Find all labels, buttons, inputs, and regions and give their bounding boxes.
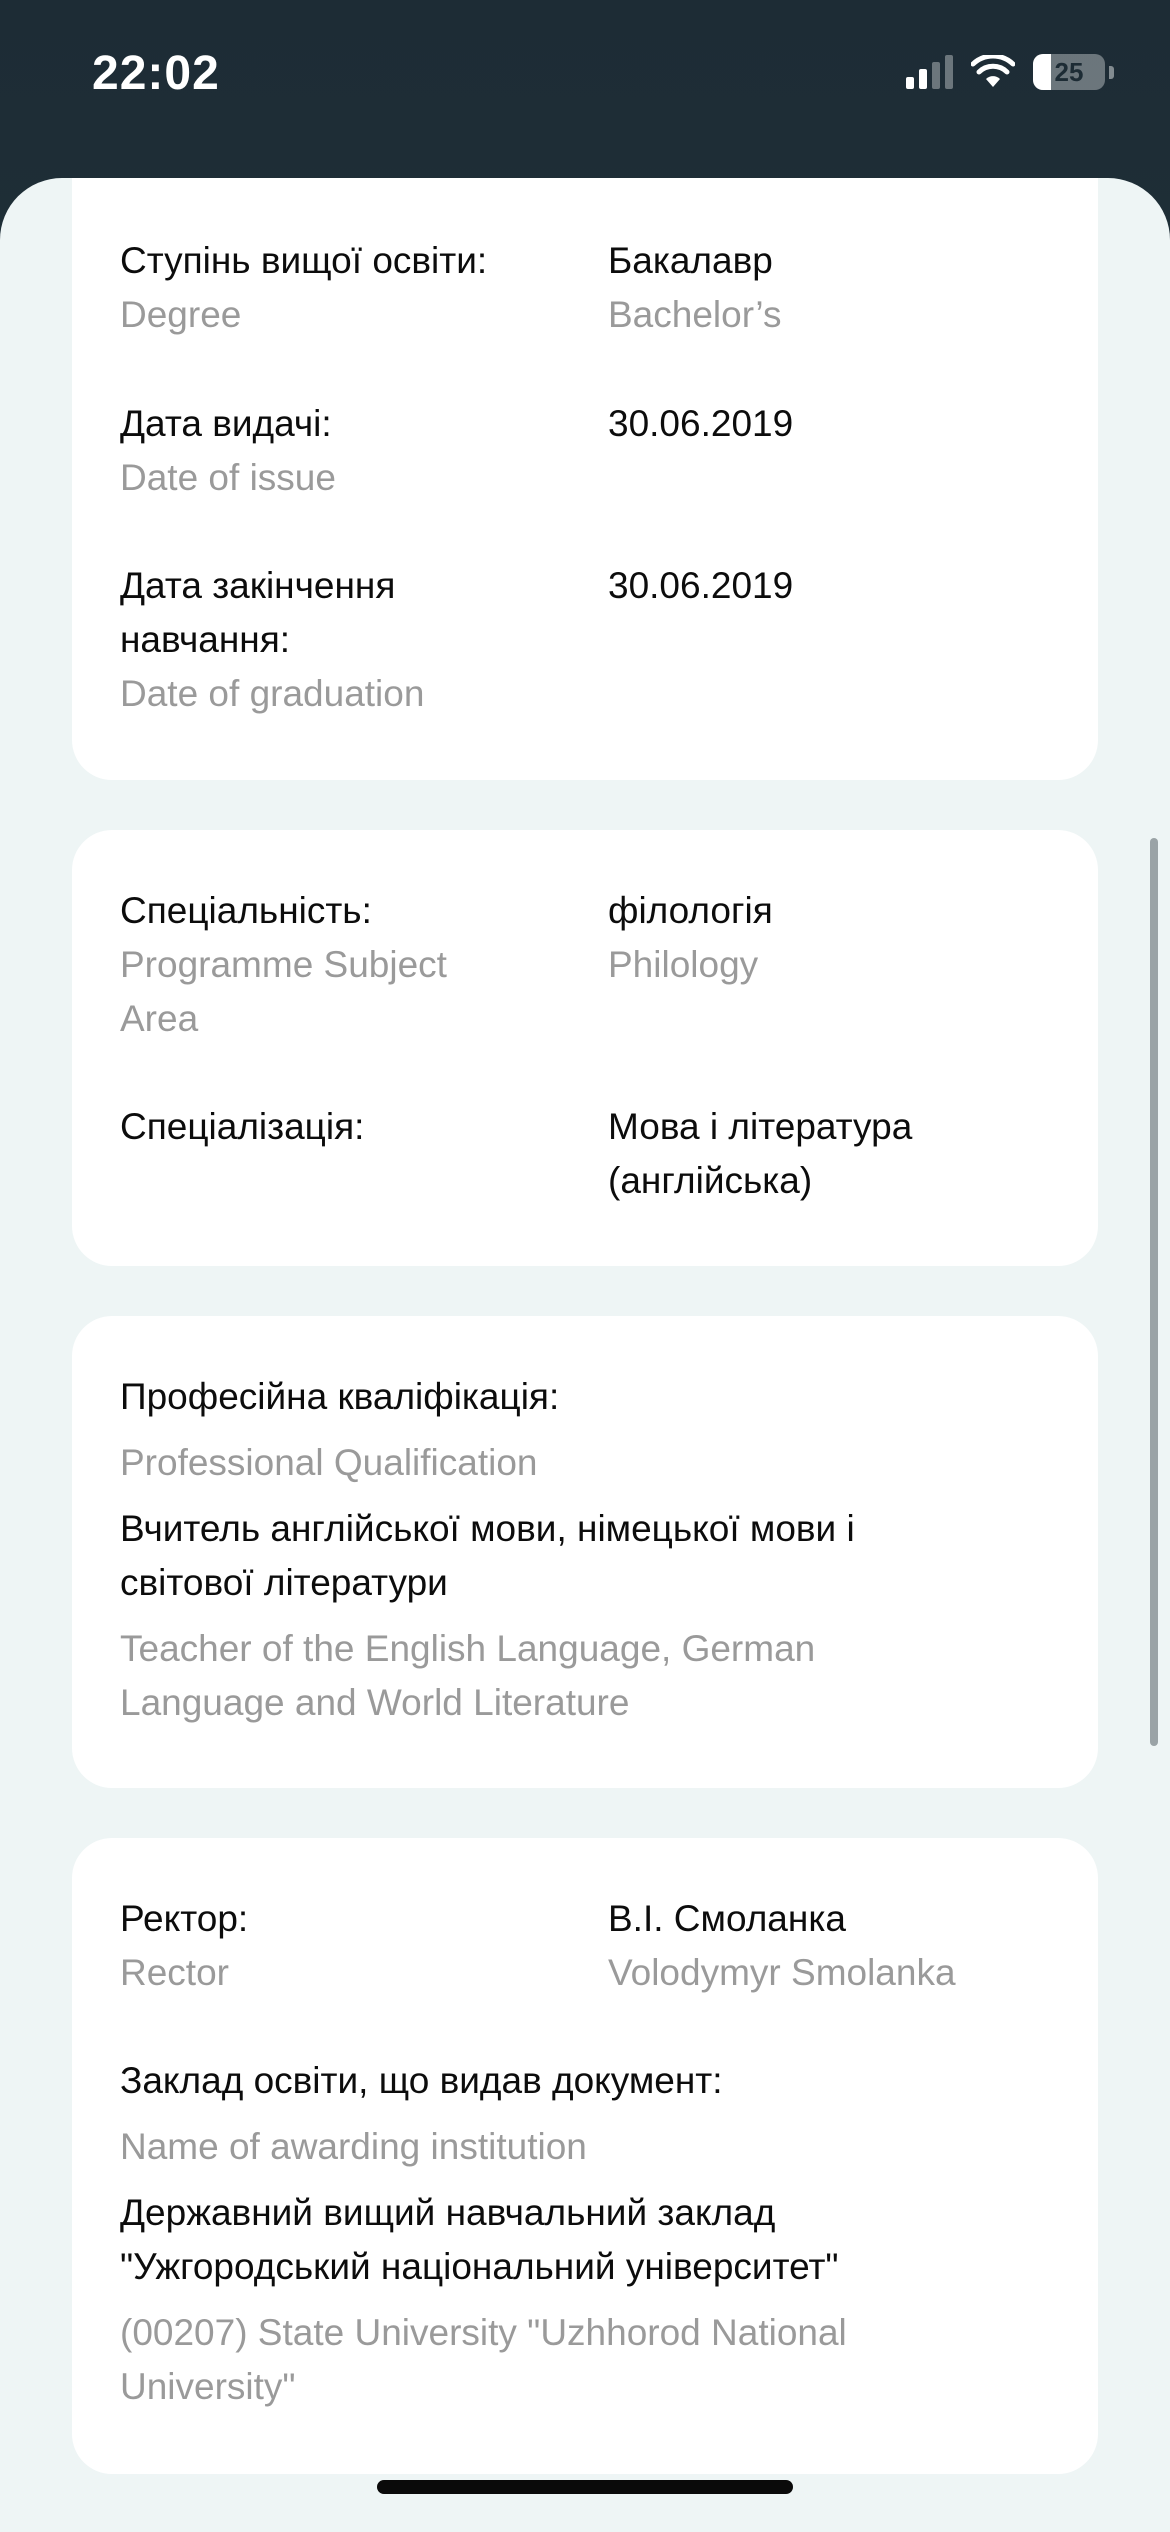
- degree-value: Бакалавр: [608, 240, 773, 281]
- rector-label-en: Rector: [120, 1952, 229, 1993]
- degree-label-en: Degree: [120, 294, 242, 335]
- qualification-label: Професійна кваліфікація:: [120, 1376, 560, 1417]
- battery-fill: [1033, 54, 1051, 90]
- specialty-label-en-line1: Programme Subject: [120, 944, 447, 985]
- status-icons: 25: [906, 54, 1114, 90]
- graduation-date-label-line1: Дата закінчення: [120, 565, 396, 606]
- battery-icon: 25: [1033, 54, 1105, 90]
- specialty-label: Спеціальність:: [120, 890, 372, 931]
- institution-label: Заклад освіти, що видав документ:: [120, 2060, 723, 2101]
- status-bar: 22:02 25: [0, 0, 1170, 180]
- card-degree-info: Ступінь вищої освіти: Degree Бакалавр Ba…: [72, 178, 1098, 780]
- issue-date-label: Дата видачі:: [120, 403, 332, 444]
- battery-cap: [1109, 65, 1114, 79]
- card-qualification-info: Професійна кваліфікація: Professional Qu…: [72, 1316, 1098, 1788]
- status-time: 22:02: [92, 47, 220, 100]
- qualification-label-en: Professional Qualification: [120, 1442, 538, 1483]
- rector-value: В.І. Смоланка: [608, 1898, 846, 1939]
- specialty-value-en: Philology: [608, 944, 759, 985]
- battery-level: 25: [1054, 56, 1084, 87]
- specialty-label-en-line2: Area: [120, 998, 199, 1039]
- row-qualification: Професійна кваліфікація: Professional Qu…: [120, 1370, 1050, 1730]
- cellular-signal-icon: [906, 55, 953, 89]
- home-indicator[interactable]: [377, 2480, 793, 2494]
- graduation-date-label-line2: навчання:: [120, 619, 291, 660]
- specialization-value-line1: Мова і література: [608, 1106, 913, 1147]
- document-sheet[interactable]: Ступінь вищої освіти: Degree Бакалавр Ba…: [0, 178, 1170, 2532]
- row-institution: Заклад освіти, що видав документ: Name o…: [120, 2054, 1050, 2414]
- graduation-date-label-en: Date of graduation: [120, 673, 425, 714]
- scroll-indicator[interactable]: [1150, 838, 1158, 1746]
- institution-value-en-line1: (00207) State University "Uzhhorod Natio…: [120, 2312, 847, 2353]
- card-institution-info: Ректор: Rector В.І. Смоланка Volodymyr S…: [72, 1838, 1098, 2474]
- qualification-value-en-line2: Language and World Literature: [120, 1682, 630, 1723]
- qualification-value-en-line1: Teacher of the English Language, German: [120, 1628, 816, 1669]
- qualification-value-line1: Вчитель англійської мови, німецької мови…: [120, 1508, 855, 1549]
- institution-value-line2: "Ужгородський національний університет": [120, 2246, 839, 2287]
- qualification-value-line2: світової літератури: [120, 1562, 448, 1603]
- institution-label-en: Name of awarding institution: [120, 2126, 587, 2167]
- degree-label: Ступінь вищої освіти:: [120, 240, 488, 281]
- card-specialty-info: Спеціальність: Programme Subject Area фі…: [72, 830, 1098, 1266]
- specialization-value-line2: (англійська): [608, 1160, 813, 1201]
- issue-date-label-en: Date of issue: [120, 457, 336, 498]
- degree-value-en: Bachelor’s: [608, 294, 782, 335]
- rector-label: Ректор:: [120, 1898, 249, 1939]
- institution-value-en-line2: University": [120, 2366, 296, 2407]
- institution-value-line1: Державний вищий навчальний заклад: [120, 2192, 776, 2233]
- specialty-value: філологія: [608, 890, 773, 931]
- issue-date-value: 30.06.2019: [608, 403, 794, 444]
- wifi-icon: [971, 55, 1015, 87]
- rector-value-en: Volodymyr Smolanka: [608, 1952, 956, 1993]
- graduation-date-value: 30.06.2019: [608, 565, 794, 606]
- specialization-label: Спеціалізація:: [120, 1106, 365, 1147]
